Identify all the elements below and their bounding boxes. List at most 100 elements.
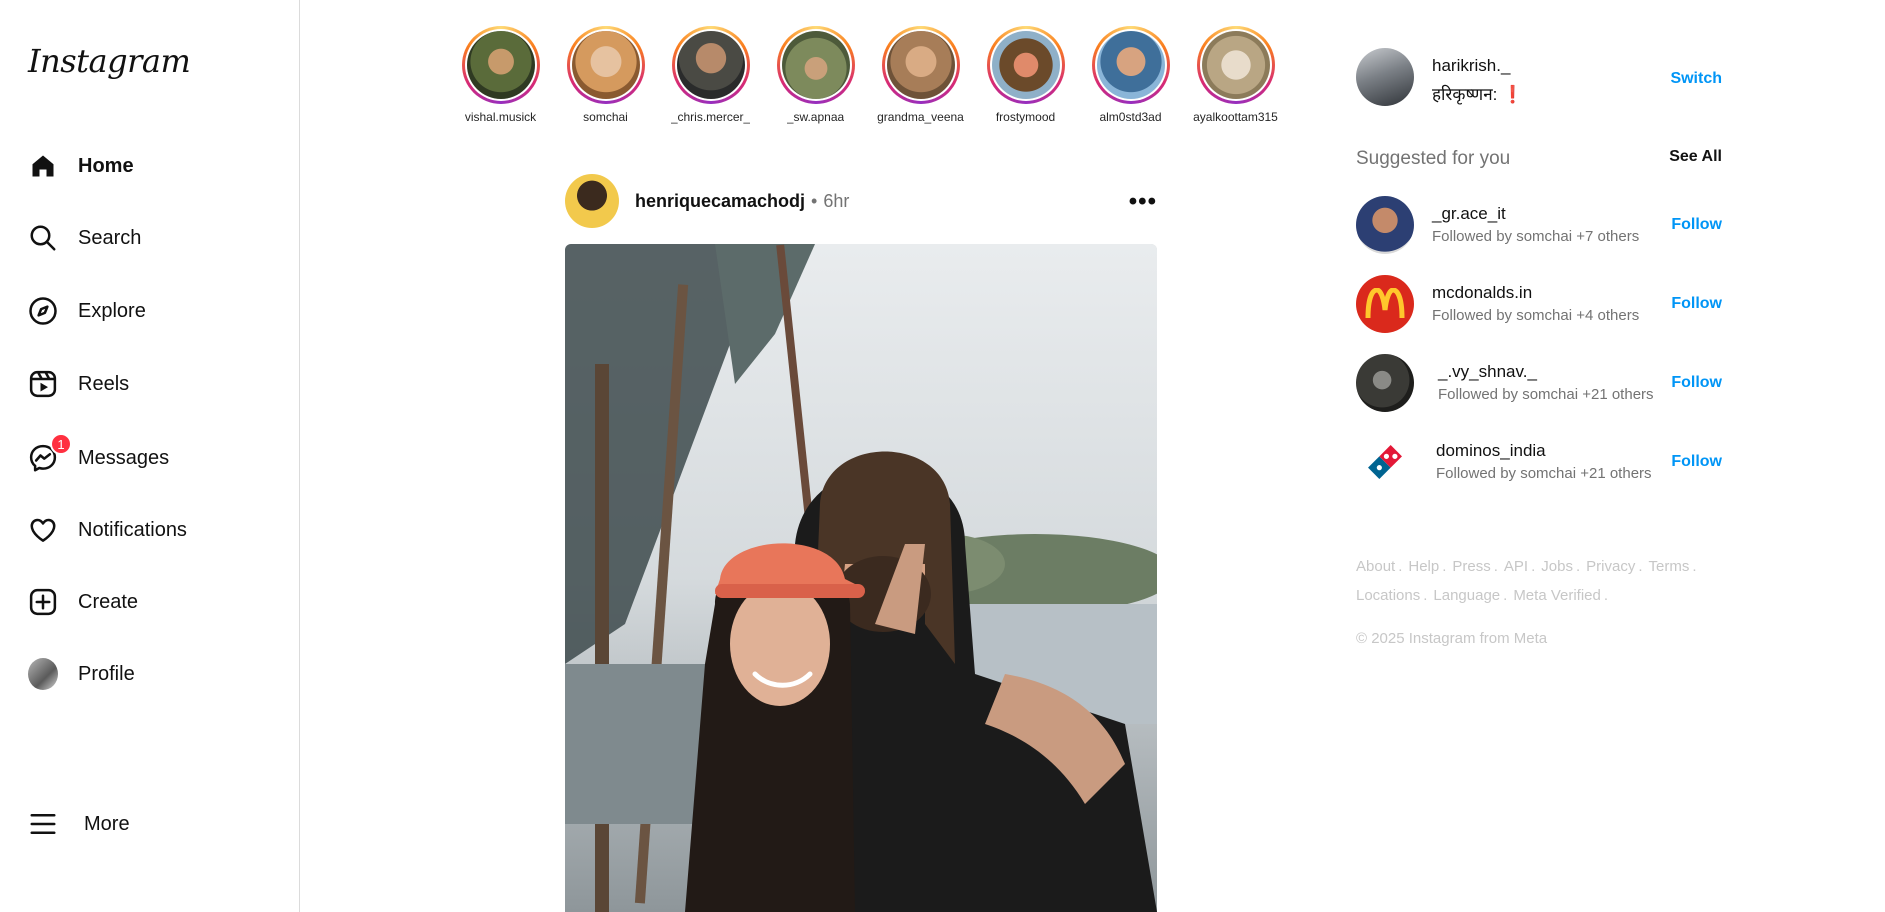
story-ring bbox=[1091, 26, 1170, 104]
suggestion-username[interactable]: _.vy_shnav._ bbox=[1438, 362, 1537, 382]
story-avatar bbox=[1201, 31, 1270, 99]
story-username: _chris.mercer_ bbox=[670, 110, 751, 124]
more-options-icon[interactable]: ••• bbox=[1129, 188, 1157, 216]
story-username: _sw.apnaa bbox=[786, 110, 845, 124]
footer-link-privacy[interactable]: Privacy bbox=[1586, 558, 1635, 575]
story-item[interactable]: alm0std3ad bbox=[1078, 26, 1183, 124]
story-username: somchai bbox=[583, 110, 628, 124]
dominos-logo-icon[interactable] bbox=[1356, 433, 1414, 491]
story-username: vishal.musick bbox=[464, 110, 537, 124]
story-item[interactable]: frostymood bbox=[973, 26, 1078, 124]
nav-profile-label: Profile bbox=[78, 662, 135, 685]
post-author-avatar[interactable] bbox=[565, 174, 619, 228]
nav-home[interactable]: Home bbox=[16, 138, 278, 194]
story-ring bbox=[881, 26, 960, 104]
sidebar: Instagram Home Search Explore Reels 1 Me… bbox=[0, 0, 300, 912]
search-icon bbox=[28, 223, 58, 253]
suggestion-followed-by: Followed by somchai +7 others bbox=[1432, 228, 1640, 245]
footer-link-help[interactable]: Help bbox=[1408, 558, 1439, 575]
nav-create[interactable]: Create bbox=[16, 574, 278, 630]
current-user-row: harikrish._ हरिकृष्णन: ❗ Switch bbox=[1356, 48, 1722, 108]
story-item[interactable]: grandma_veena bbox=[868, 26, 973, 124]
compass-icon bbox=[28, 296, 58, 326]
current-user-username[interactable]: harikrish._ bbox=[1432, 56, 1510, 76]
post-timestamp: 6hr bbox=[823, 190, 850, 211]
nav-reels[interactable]: Reels bbox=[16, 356, 278, 412]
copyright-text: © 2025 Instagram from Meta bbox=[1356, 630, 1548, 647]
story-item[interactable]: _sw.apnaa bbox=[763, 26, 868, 124]
reels-icon bbox=[28, 369, 58, 399]
follow-button[interactable]: Follow bbox=[1671, 216, 1722, 234]
hamburger-menu-icon bbox=[28, 809, 58, 839]
suggestion-username[interactable]: _gr.ace_it bbox=[1432, 204, 1506, 224]
instagram-logo[interactable]: Instagram bbox=[28, 42, 191, 80]
suggestion-item: dominos_india Followed by somchai +21 ot… bbox=[1356, 433, 1722, 491]
nav-notifications[interactable]: Notifications bbox=[16, 502, 278, 558]
suggestion-followed-by: Followed by somchai +21 others bbox=[1436, 465, 1652, 482]
suggestion-avatar[interactable] bbox=[1356, 196, 1414, 254]
suggestions-header: Suggested for you See All bbox=[1356, 148, 1722, 170]
suggestion-username[interactable]: dominos_india bbox=[1436, 441, 1546, 461]
post-photo bbox=[565, 244, 1157, 912]
post-separator: • bbox=[811, 190, 818, 211]
nav-notifications-label: Notifications bbox=[78, 518, 187, 541]
switch-account-button[interactable]: Switch bbox=[1670, 70, 1722, 88]
story-avatar bbox=[1096, 31, 1165, 99]
profile-avatar-icon bbox=[28, 658, 58, 690]
story-avatar bbox=[571, 31, 640, 99]
post-image[interactable] bbox=[565, 244, 1157, 912]
footer-link-about[interactable]: About bbox=[1356, 558, 1395, 575]
home-icon bbox=[28, 151, 58, 181]
suggestion-username[interactable]: mcdonalds.in bbox=[1432, 283, 1532, 303]
post-author-username[interactable]: henriquecamachodj bbox=[635, 191, 805, 212]
story-username: ayalkoottam315 bbox=[1193, 110, 1278, 124]
nav-search-label: Search bbox=[78, 226, 142, 249]
current-user-display-name: हरिकृष्णन: ❗ bbox=[1432, 85, 1524, 104]
suggestion-followed-by: Followed by somchai +4 others bbox=[1432, 307, 1640, 324]
story-item[interactable]: somchai bbox=[553, 26, 658, 124]
follow-button[interactable]: Follow bbox=[1671, 374, 1722, 392]
nav-profile[interactable]: Profile bbox=[16, 646, 278, 702]
story-avatar bbox=[991, 31, 1060, 99]
story-avatar bbox=[781, 31, 850, 99]
story-ring bbox=[1196, 26, 1275, 104]
footer-link-terms[interactable]: Terms bbox=[1649, 558, 1690, 575]
footer-links: About. Help. Press. API. Jobs. Privacy. Terms.… bbox=[1356, 552, 1736, 610]
story-item[interactable]: ayalkoottam315 bbox=[1183, 26, 1288, 124]
suggestions-title: Suggested for you bbox=[1356, 148, 1511, 169]
current-user-avatar[interactable] bbox=[1356, 48, 1414, 106]
nav-create-label: Create bbox=[78, 590, 139, 613]
story-ring bbox=[566, 26, 645, 104]
footer-link-api[interactable]: API bbox=[1504, 558, 1528, 575]
story-avatar bbox=[886, 31, 955, 99]
nav-explore-label: Explore bbox=[78, 299, 146, 322]
post-header: henriquecamachodj • 6hr ••• bbox=[565, 174, 1157, 228]
follow-button[interactable]: Follow bbox=[1671, 295, 1722, 313]
mcdonalds-logo-icon[interactable] bbox=[1356, 275, 1414, 333]
story-item[interactable]: vishal.musick bbox=[448, 26, 553, 124]
nav-more[interactable]: More bbox=[16, 796, 284, 852]
footer-link-locations[interactable]: Locations bbox=[1356, 587, 1420, 604]
footer-link-jobs[interactable]: Jobs bbox=[1541, 558, 1573, 575]
nav-explore[interactable]: Explore bbox=[16, 283, 278, 339]
follow-button[interactable]: Follow bbox=[1671, 453, 1722, 471]
heart-icon bbox=[28, 515, 58, 545]
story-item[interactable]: _chris.mercer_ bbox=[658, 26, 763, 124]
messenger-icon: 1 bbox=[28, 433, 72, 473]
suggestion-avatar[interactable] bbox=[1356, 354, 1414, 412]
plus-square-icon bbox=[28, 587, 58, 617]
messages-badge: 1 bbox=[50, 433, 72, 455]
footer-link-language[interactable]: Language bbox=[1433, 587, 1500, 604]
see-all-button[interactable]: See All bbox=[1669, 148, 1722, 166]
footer-links-line-2: Locations. Language. Meta Verified. bbox=[1356, 587, 1609, 604]
story-avatar bbox=[676, 31, 745, 99]
story-ring bbox=[776, 26, 855, 104]
story-username: alm0std3ad bbox=[1099, 110, 1162, 124]
profile-avatar bbox=[28, 658, 58, 690]
story-username: grandma_veena bbox=[877, 110, 964, 124]
nav-search[interactable]: Search bbox=[16, 210, 278, 266]
footer-link-press[interactable]: Press bbox=[1452, 558, 1490, 575]
nav-messages[interactable]: 1 Messages bbox=[16, 430, 278, 486]
footer-link-meta-verified[interactable]: Meta Verified bbox=[1513, 587, 1601, 604]
stories-tray: vishal.musick somchai _chris.mercer_ _sw… bbox=[448, 26, 1288, 124]
